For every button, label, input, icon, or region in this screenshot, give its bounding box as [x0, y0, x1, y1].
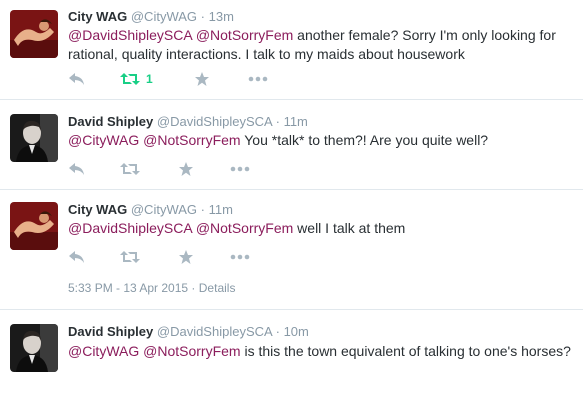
retweet-icon — [120, 73, 140, 85]
mention-link[interactable]: @NotSorryFem — [143, 343, 240, 359]
retweet-button[interactable]: 1 — [120, 70, 153, 88]
tweet-header: City WAG @CityWAG · 11m — [68, 202, 233, 218]
reply-button[interactable] — [68, 248, 86, 266]
mention-link[interactable]: @NotSorryFem — [143, 132, 240, 148]
tweet-text: @CityWAG @NotSorryFem is this the town e… — [68, 342, 578, 361]
reply-icon — [69, 73, 84, 85]
more-button[interactable] — [230, 160, 250, 178]
avatar-city-wag[interactable] — [10, 10, 58, 58]
display-name[interactable]: City WAG — [68, 202, 127, 217]
display-name[interactable]: David Shipley — [68, 324, 153, 339]
more-icon — [248, 76, 268, 82]
retweet-icon — [120, 251, 140, 263]
tweet: David Shipley @DavidShipleySCA · 11m @Ci… — [0, 100, 583, 190]
retweet-count: 1 — [146, 72, 153, 86]
user-handle[interactable]: @CityWAG — [131, 202, 197, 217]
separator-dot: · — [275, 114, 280, 129]
tweet-text: @CityWAG @NotSorryFem You *talk* to them… — [68, 131, 578, 150]
user-handle[interactable]: @CityWAG — [131, 9, 197, 24]
avatar-city-wag[interactable] — [10, 202, 58, 250]
tweet-text: @DavidShipleySCA @NotSorryFem well I tal… — [68, 219, 578, 238]
user-handle[interactable]: @DavidShipleySCA — [157, 324, 272, 339]
user-handle[interactable]: @DavidShipleySCA — [157, 114, 272, 129]
tweet-text: @DavidShipleySCA @NotSorryFem another fe… — [68, 26, 578, 64]
avatar-david-shipley[interactable] — [10, 324, 58, 372]
retweet-icon — [120, 163, 140, 175]
tweet: David Shipley @DavidShipleySCA · 10m @Ci… — [0, 310, 583, 416]
reply-icon — [69, 251, 84, 263]
tweet-time[interactable]: 13m — [209, 9, 234, 24]
tweet: City WAG @CityWAG · 11m @DavidShipleySCA… — [0, 190, 583, 310]
mention-link[interactable]: @NotSorryFem — [196, 220, 293, 236]
more-button[interactable] — [230, 248, 250, 266]
tweet: City WAG @CityWAG · 13m @DavidShipleySCA… — [0, 0, 583, 100]
mention-link[interactable]: @DavidShipleySCA — [68, 220, 192, 236]
more-button[interactable] — [248, 70, 268, 88]
tweet-timestamp[interactable]: 5:33 PM - 13 Apr 2015 — [68, 281, 188, 295]
favorite-button[interactable] — [194, 70, 210, 88]
favorite-icon — [179, 162, 193, 176]
mention-link[interactable]: @CityWAG — [68, 132, 139, 148]
mention-link[interactable]: @CityWAG — [68, 343, 139, 359]
favorite-icon — [195, 72, 209, 86]
separator-dot: · — [200, 202, 205, 217]
separator-dot: · — [200, 9, 205, 24]
retweet-button[interactable] — [120, 160, 140, 178]
tweet-time[interactable]: 11m — [284, 114, 308, 129]
retweet-button[interactable] — [120, 248, 140, 266]
reply-button[interactable] — [68, 160, 86, 178]
display-name[interactable]: City WAG — [68, 9, 127, 24]
favorite-icon — [179, 250, 193, 264]
tweet-body: You *talk* to them?! Are you quite well? — [244, 132, 489, 148]
tweet-body: well I talk at them — [297, 220, 406, 236]
separator-dot: · — [275, 324, 280, 339]
tweet-header: City WAG @CityWAG · 13m — [68, 9, 234, 25]
mention-link[interactable]: @NotSorryFem — [196, 27, 293, 43]
tweet-body: is this the town equivalent of talking t… — [244, 343, 571, 359]
tweet-header: David Shipley @DavidShipleySCA · 11m — [68, 114, 308, 130]
reply-icon — [69, 163, 84, 175]
mention-link[interactable]: @DavidShipleySCA — [68, 27, 192, 43]
favorite-button[interactable] — [178, 160, 194, 178]
tweet-header: David Shipley @DavidShipleySCA · 10m — [68, 324, 309, 340]
display-name[interactable]: David Shipley — [68, 114, 153, 129]
tweet-time[interactable]: 11m — [209, 202, 233, 217]
avatar-david-shipley[interactable] — [10, 114, 58, 162]
tweet-time[interactable]: 10m — [284, 324, 309, 339]
more-icon — [230, 166, 250, 172]
more-icon — [230, 254, 250, 260]
favorite-button[interactable] — [178, 248, 194, 266]
tweet-meta: 5:33 PM - 13 Apr 2015 · Details — [68, 281, 235, 295]
separator-dot: · — [191, 281, 196, 295]
reply-button[interactable] — [68, 70, 86, 88]
details-link[interactable]: Details — [199, 281, 236, 295]
